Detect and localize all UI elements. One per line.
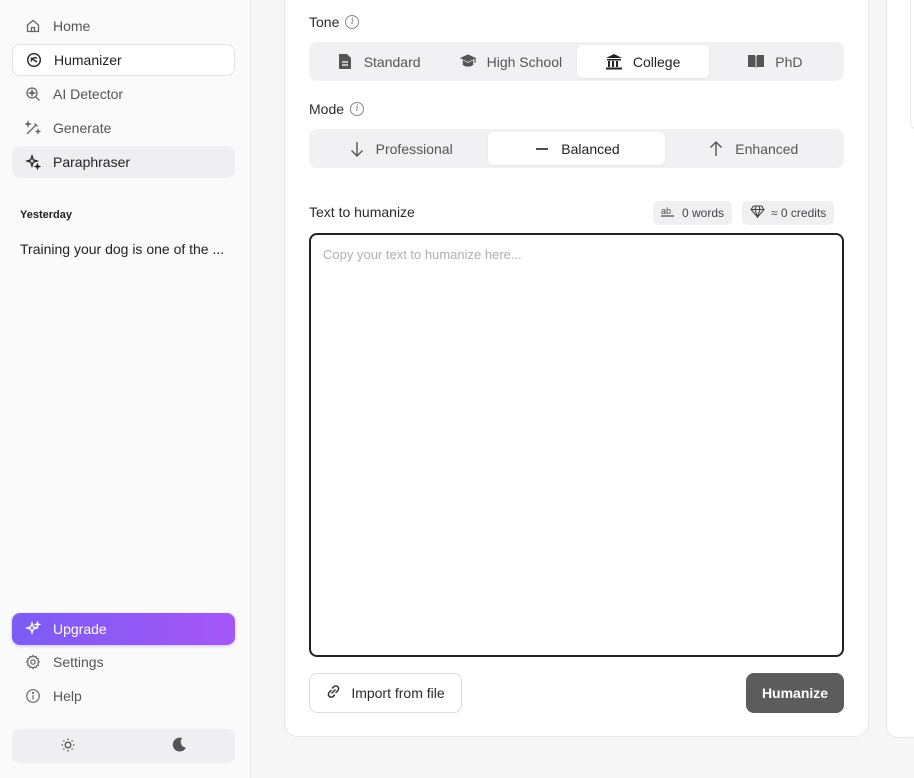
credits-count: ≈ 0 credits — [771, 206, 827, 220]
info-icon — [24, 688, 41, 705]
light-mode-button[interactable] — [12, 729, 124, 763]
editor-label: Text to humanize — [309, 204, 415, 220]
tone-selector: Standard High School College PhD — [309, 42, 844, 81]
history-item[interactable]: Training your dog is one of the ... — [20, 241, 235, 257]
home-icon — [24, 18, 41, 35]
tone-option-label: PhD — [775, 53, 803, 70]
sidebar-item-ai-detector[interactable]: AI Detector — [12, 78, 235, 110]
tone-option-label: College — [632, 53, 681, 70]
tone-option-college[interactable]: College — [576, 45, 709, 78]
right-panel-divider — [910, 0, 914, 130]
tone-label-row: Tone i — [309, 14, 360, 30]
import-file-button[interactable]: Import from file — [309, 673, 462, 713]
sparkles-icon — [24, 154, 41, 171]
mode-option-professional[interactable]: Professional — [312, 132, 488, 165]
ai-detector-icon — [24, 86, 41, 103]
credits-badge: ≈ 0 credits — [742, 201, 835, 225]
sidebar-item-label: Humanizer — [54, 52, 122, 68]
mode-option-label: Professional — [375, 140, 453, 157]
sidebar: Home Humanizer AI Detector Generate Para… — [0, 0, 251, 778]
diamond-icon — [750, 205, 765, 221]
sidebar-item-paraphraser[interactable]: Paraphraser — [12, 146, 235, 178]
sidebar-item-label: Generate — [53, 120, 112, 136]
sidebar-item-settings[interactable]: Settings — [12, 646, 235, 678]
humanize-button[interactable]: Humanize — [746, 673, 844, 713]
book-icon — [747, 53, 765, 71]
info-icon[interactable]: i — [345, 15, 360, 29]
sidebar-item-help[interactable]: Help — [12, 680, 235, 712]
graduation-cap-icon — [459, 53, 477, 71]
word-count-badge: ab 0 words — [653, 201, 733, 225]
theme-toggle — [12, 729, 235, 763]
upgrade-label: Upgrade — [53, 621, 107, 637]
moon-icon — [171, 736, 188, 756]
dark-mode-button[interactable] — [124, 729, 236, 763]
mode-option-enhanced[interactable]: Enhanced — [665, 132, 841, 165]
tone-label: Tone — [309, 14, 340, 30]
svg-text:ab: ab — [661, 206, 671, 216]
tone-option-label: Standard — [363, 53, 421, 70]
text-input[interactable] — [309, 233, 844, 657]
humanizer-icon — [25, 52, 42, 69]
tone-option-high-school[interactable]: High School — [444, 45, 576, 78]
tone-option-phd[interactable]: PhD — [709, 45, 841, 78]
sidebar-item-label: Settings — [53, 654, 104, 670]
sidebar-item-label: Paraphraser — [53, 154, 131, 170]
mode-label: Mode — [309, 101, 345, 117]
mode-label-row: Mode i — [309, 101, 365, 117]
sidebar-item-generate[interactable]: Generate — [12, 112, 235, 144]
sidebar-item-home[interactable]: Home — [12, 10, 235, 42]
sidebar-item-humanizer[interactable]: Humanizer — [12, 44, 235, 76]
institution-icon — [605, 53, 623, 71]
tone-option-standard[interactable]: Standard — [312, 45, 444, 78]
sun-icon — [60, 737, 76, 756]
sidebar-item-label: Home — [53, 18, 91, 34]
minus-icon — [533, 140, 551, 158]
mode-selector: Professional Balanced Enhanced — [309, 129, 844, 168]
tone-option-label: High School — [486, 53, 563, 70]
upgrade-button[interactable]: Upgrade — [12, 613, 235, 645]
text-icon: ab — [661, 206, 676, 220]
arrow-down-icon — [348, 140, 366, 158]
info-icon[interactable]: i — [350, 102, 365, 116]
gear-icon — [24, 654, 41, 671]
generate-icon — [24, 120, 41, 137]
mode-option-label: Enhanced — [735, 140, 799, 157]
document-icon — [336, 53, 354, 71]
history-section-label: Yesterday — [20, 209, 72, 221]
mode-option-label: Balanced — [561, 140, 620, 157]
mode-option-balanced[interactable]: Balanced — [488, 132, 665, 165]
arrow-up-icon — [707, 140, 725, 158]
sparkles-icon — [24, 621, 41, 638]
link-icon — [326, 684, 341, 702]
word-count: 0 words — [682, 206, 725, 220]
sidebar-item-label: Help — [53, 688, 82, 704]
import-file-label: Import from file — [351, 685, 445, 701]
sidebar-item-label: AI Detector — [53, 86, 124, 102]
